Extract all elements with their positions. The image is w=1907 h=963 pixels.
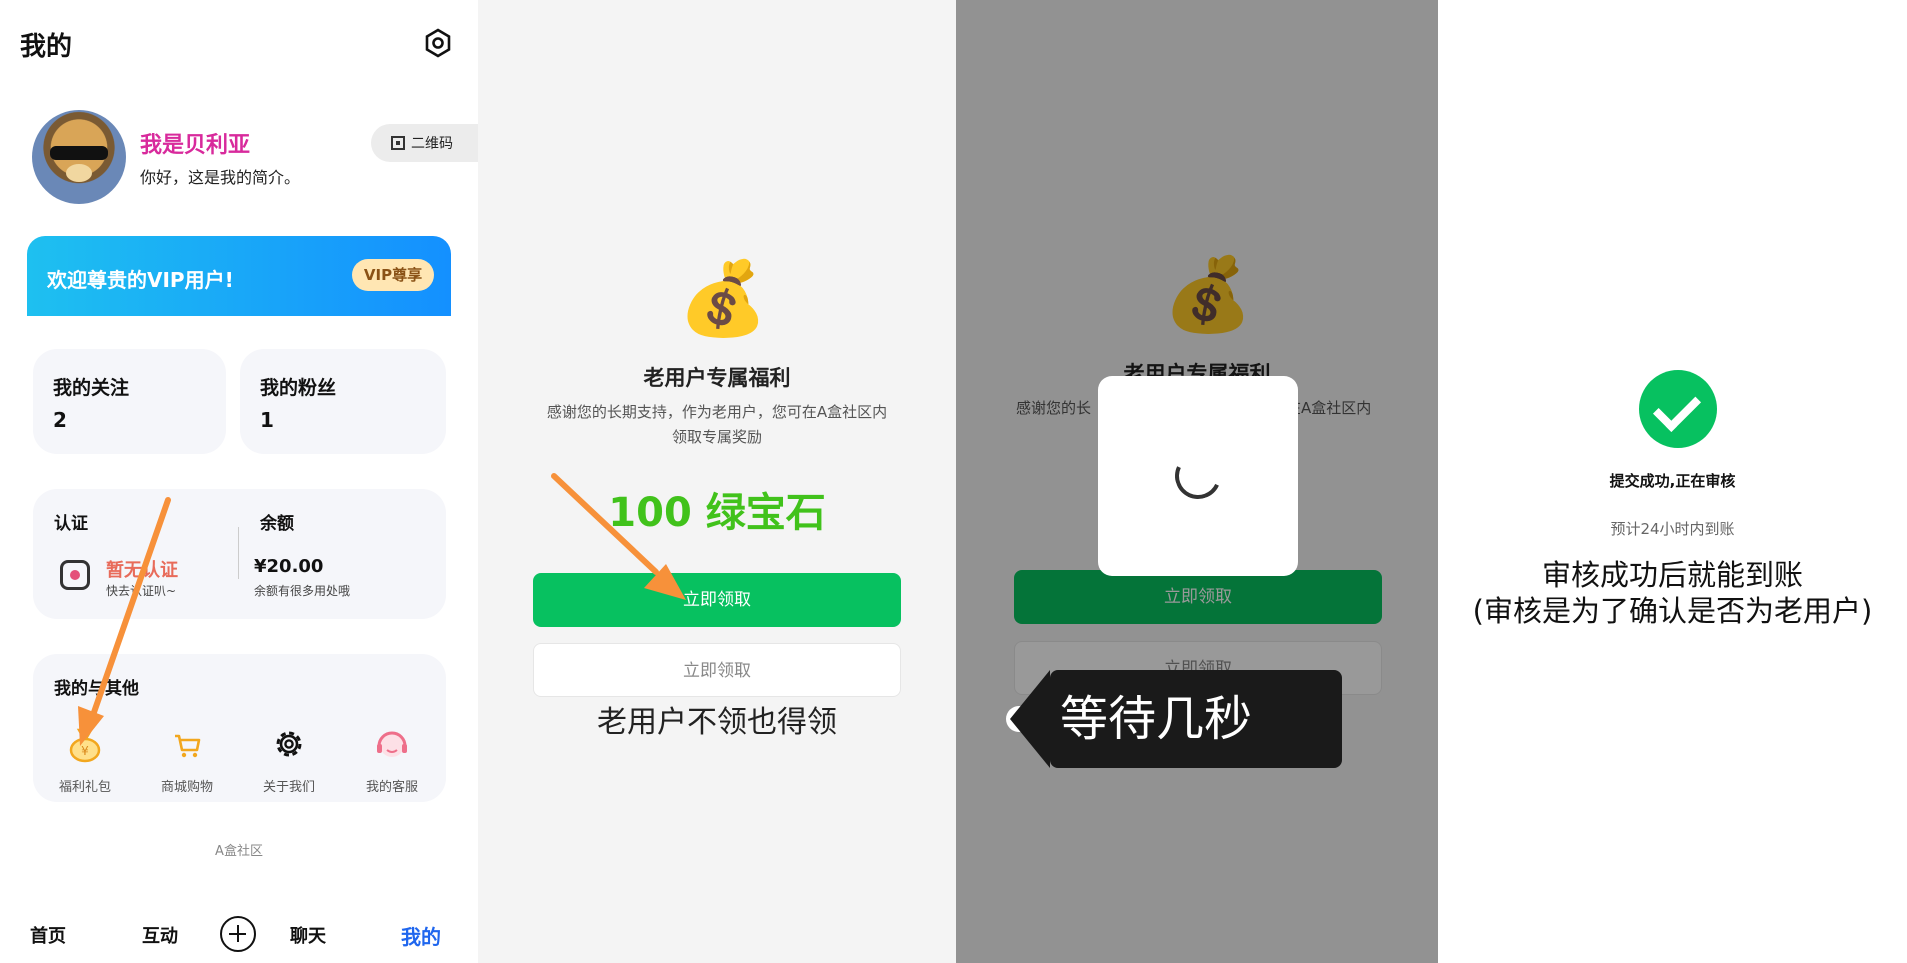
loading-dialog bbox=[1098, 376, 1298, 576]
profile-screen: 我的 我是贝利亚 你好，这是我的简介。 二维码 欢迎尊贵的VIP用户! VIP尊… bbox=[0, 0, 478, 963]
success-screen: 提交成功,正在审核 预计24小时内到账 审核成功后就能到账 (审核是为了确认是否… bbox=[1438, 0, 1907, 963]
annotation-arrow bbox=[78, 497, 171, 746]
welfare-claim-screen: 💰 老用户专属福利 感谢您的长期支持，作为老用户，您可在A盒社区内 领取专属奖励… bbox=[478, 0, 956, 963]
arrival-eta: 预计24小时内到账 bbox=[1610, 520, 1735, 538]
annotation-tip: 等待几秒 bbox=[1010, 670, 1342, 768]
annotation-arrow bbox=[551, 473, 686, 600]
success-check-icon bbox=[1639, 370, 1717, 448]
annotation-note: (审核是为了确认是否为老用户) bbox=[1472, 594, 1873, 628]
loading-screen: 💰 老用户专属福利 感谢您的长 在A盒社区内 立即领取 立即领取 等待几秒 bbox=[956, 0, 1438, 963]
annotation-tip-text: 等待几秒 bbox=[1060, 691, 1253, 747]
submit-status: 提交成功,正在审核 bbox=[1609, 472, 1736, 490]
spinner-icon bbox=[1168, 446, 1228, 506]
